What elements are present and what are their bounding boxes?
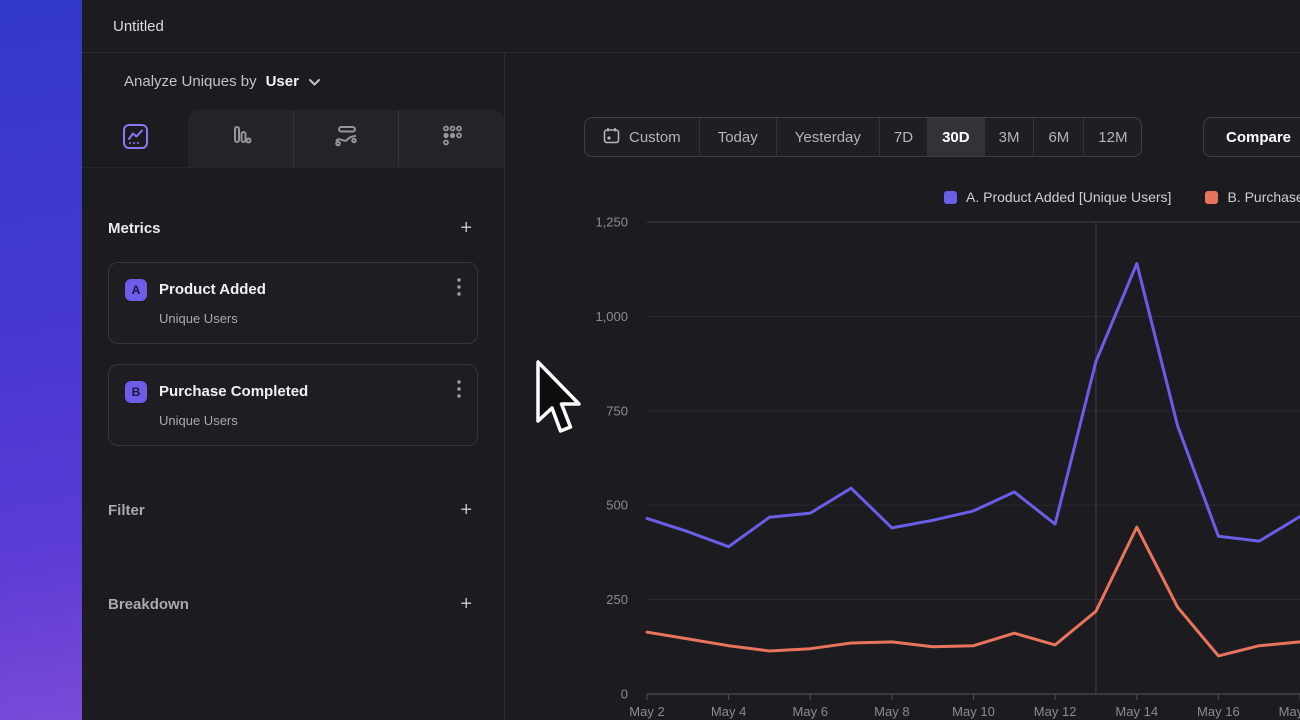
bar-chart-icon (227, 123, 253, 154)
y-axis-tick-label: 250 (606, 592, 628, 607)
range-3m[interactable]: 3M (984, 118, 1034, 156)
legend-item[interactable]: B. Purchase Completed [Unique Users] (1205, 189, 1300, 205)
background-gradient-strip (0, 0, 82, 720)
range-6m[interactable]: 6M (1033, 118, 1083, 156)
y-axis-tick-label: 500 (606, 498, 628, 513)
tab-retention-grid[interactable] (398, 110, 504, 167)
series-line[interactable] (647, 264, 1300, 547)
legend-label: A. Product Added [Unique Users] (966, 189, 1171, 205)
calendar-icon (603, 127, 620, 148)
metric-title: Purchase Completed (159, 383, 308, 400)
range-today[interactable]: Today (699, 118, 776, 156)
flows-icon (332, 123, 360, 154)
report-title[interactable]: Untitled (113, 18, 164, 35)
analyze-by-label: Analyze Uniques by (124, 73, 257, 90)
range-30d[interactable]: 30D (927, 118, 984, 156)
metric-card-b[interactable]: B Purchase Completed Unique Users (108, 364, 478, 446)
y-axis-tick-label: 1,250 (595, 215, 628, 230)
range-label: Custom (629, 129, 681, 146)
chart-type-tabs (82, 110, 504, 168)
top-bar: Untitled (82, 0, 1300, 53)
add-breakdown-button[interactable]: + (454, 592, 478, 616)
range-label: 30D (942, 129, 970, 146)
legend-swatch (944, 191, 957, 204)
report-modal: Untitled Analyze Uniques by User (82, 0, 1300, 720)
range-label: Yesterday (795, 129, 861, 146)
metric-badge-b: B (125, 381, 147, 403)
kebab-menu-icon[interactable] (457, 278, 461, 301)
x-axis-tick-label: May 14 (1115, 704, 1158, 719)
y-axis-tick-label: 750 (606, 403, 628, 418)
tab-bar-chart[interactable] (188, 110, 293, 167)
legend-label: B. Purchase Completed [Unique Users] (1227, 189, 1300, 205)
x-axis-tick-label: May 6 (793, 704, 828, 719)
x-axis-tick-label: May 4 (711, 704, 746, 719)
metrics-header: Metrics (108, 220, 161, 237)
metric-subtitle[interactable]: Unique Users (125, 413, 461, 428)
metric-card-a[interactable]: A Product Added Unique Users (108, 262, 478, 344)
line-chart-icon (122, 123, 149, 155)
retention-grid-icon (439, 123, 465, 154)
breakdown-header-row: Breakdown + (108, 592, 478, 616)
filter-header: Filter (108, 502, 145, 519)
metric-badge-a: A (125, 279, 147, 301)
range-yesterday[interactable]: Yesterday (776, 118, 879, 156)
range-label: 3M (999, 129, 1020, 146)
legend-item[interactable]: A. Product Added [Unique Users] (944, 189, 1171, 205)
series-line[interactable] (647, 527, 1300, 656)
chart-panel: Custom Today Yesterday 7D 30D 3M 6M 12M Compare… (505, 53, 1300, 719)
add-filter-button[interactable]: + (454, 498, 478, 522)
metrics-header-row: Metrics + (108, 216, 478, 240)
breakdown-header: Breakdown (108, 596, 189, 613)
x-axis-tick-label: May 18 (1279, 704, 1300, 719)
x-axis-tick-label: May 10 (952, 704, 995, 719)
chevron-down-icon[interactable] (308, 74, 321, 92)
x-axis-tick-label: May 16 (1197, 704, 1240, 719)
range-custom[interactable]: Custom (585, 118, 699, 156)
tab-line-chart[interactable] (82, 110, 188, 167)
chart-type-tab-strip (188, 110, 504, 167)
analyze-by-row: Analyze Uniques by User (82, 53, 504, 110)
compare-button[interactable]: Compare (1203, 117, 1300, 157)
x-axis-tick-label: May 8 (874, 704, 909, 719)
y-axis-tick-label: 0 (621, 687, 628, 702)
range-12m[interactable]: 12M (1083, 118, 1141, 156)
range-7d[interactable]: 7D (879, 118, 927, 156)
range-label: Today (718, 129, 758, 146)
x-axis-tick-label: May 12 (1034, 704, 1077, 719)
metric-title: Product Added (159, 281, 266, 298)
analyze-by-dropdown[interactable]: User (266, 73, 299, 90)
x-axis-tick-label: May 2 (629, 704, 664, 719)
range-label: 6M (1048, 129, 1069, 146)
filter-header-row: Filter + (108, 498, 478, 522)
chart-legend: A. Product Added [Unique Users] B. Purcha… (944, 189, 1300, 205)
y-axis-tick-label: 1,000 (595, 309, 628, 324)
tab-flows[interactable] (293, 110, 399, 167)
date-range-segmented-control: Custom Today Yesterday 7D 30D 3M 6M 12M (584, 117, 1142, 157)
line-chart[interactable]: 0 250 500 750 1,000 1,250 May 2 May 4 May 6 May 8… (505, 214, 1300, 719)
range-label: 12M (1098, 129, 1127, 146)
add-metric-button[interactable]: + (454, 216, 478, 240)
range-label: 7D (894, 129, 913, 146)
metric-subtitle[interactable]: Unique Users (125, 311, 461, 326)
dashboard: Untitled Analyze Uniques by User (0, 0, 1300, 720)
kebab-menu-icon[interactable] (457, 380, 461, 403)
legend-swatch (1205, 191, 1218, 204)
query-sidebar: Analyze Uniques by User (82, 53, 505, 719)
